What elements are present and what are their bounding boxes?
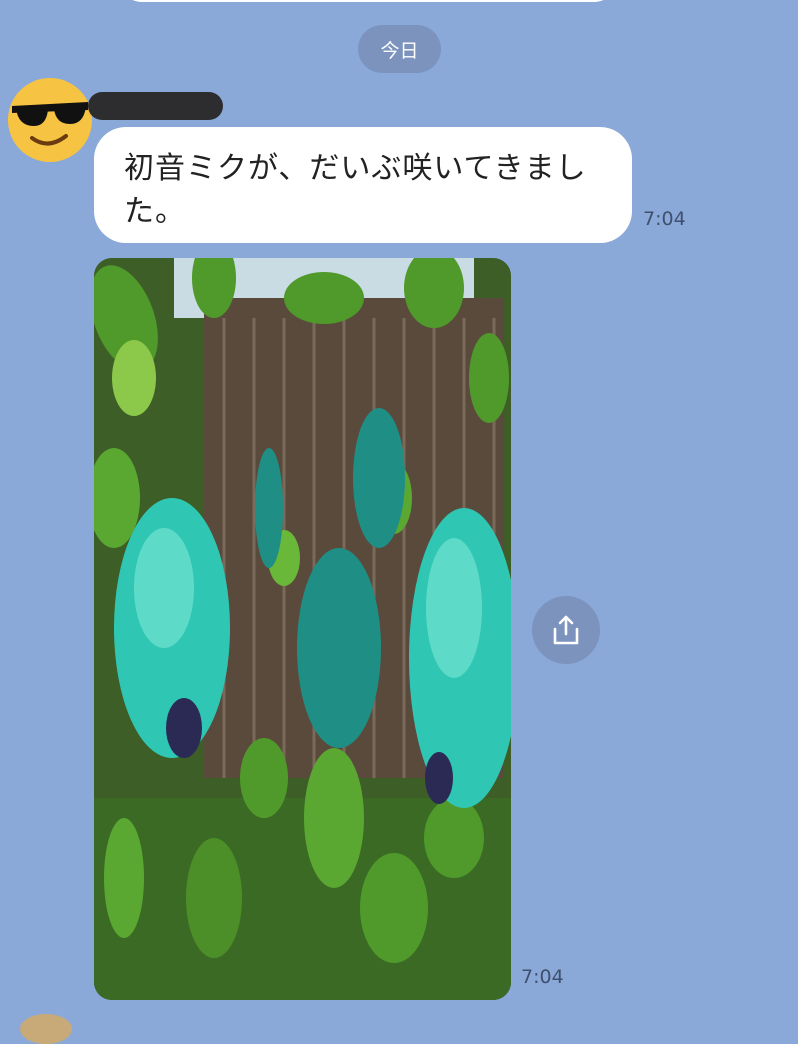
jade-vine-photo [94,258,511,1000]
message-text: 初音ミクが、だいぶ咲いてきました。 [124,151,587,229]
share-upload-icon [553,615,579,645]
date-divider: 今日 [358,25,441,73]
share-button[interactable] [532,596,600,664]
sender-avatar[interactable] [8,78,92,162]
photo-timestamp: 7:04 [521,966,564,988]
message-timestamp: 7:04 [643,208,686,230]
previous-message-bubble [118,0,618,2]
sender-name-redacted [88,92,223,120]
next-sender-avatar[interactable] [20,1014,72,1044]
message-bubble[interactable]: 初音ミクが、だいぶ咲いてきました。 [94,127,632,243]
sunglasses-emoji-icon [8,78,92,162]
photo-message[interactable] [94,258,511,1000]
